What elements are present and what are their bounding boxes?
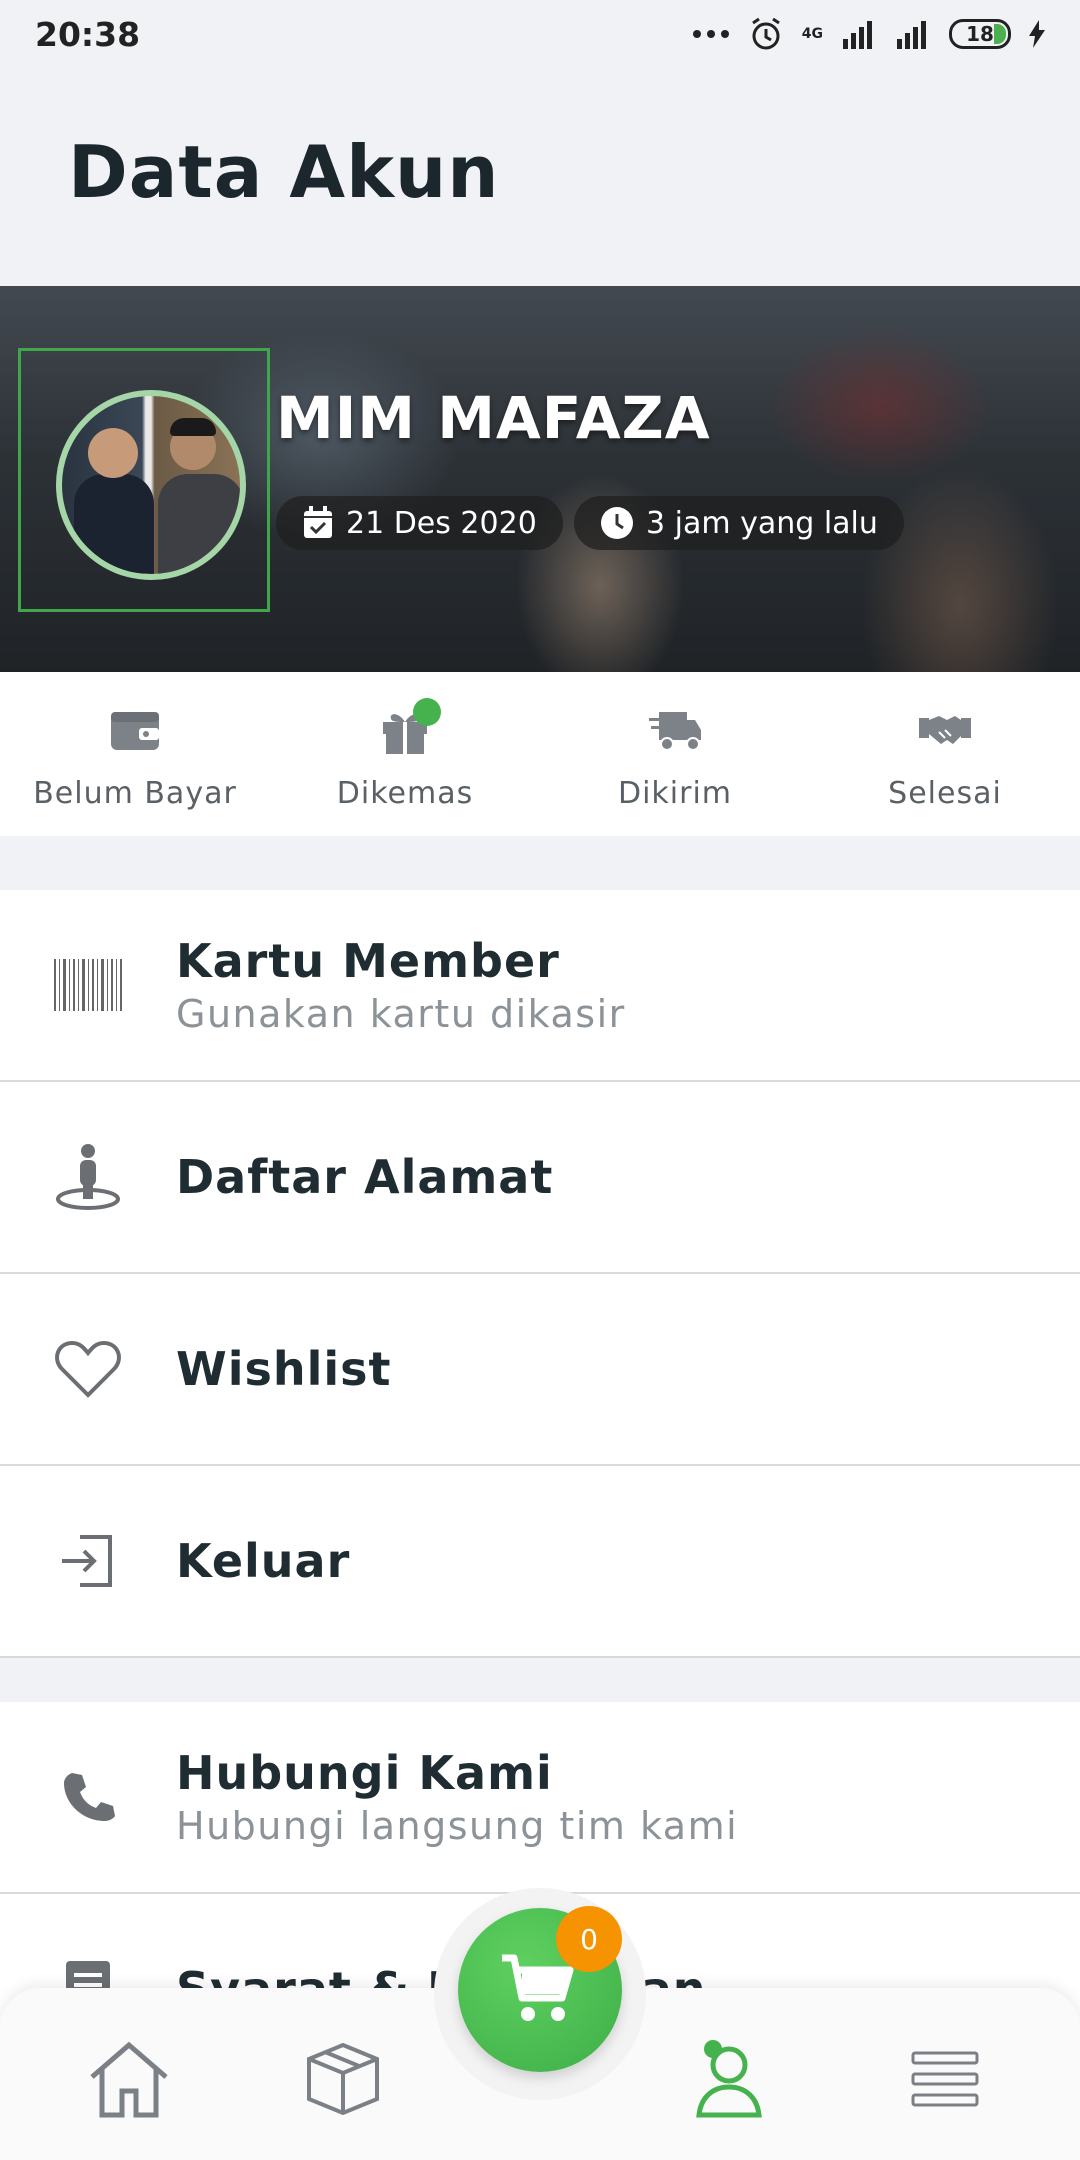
order-dikemas[interactable]: Dikemas [270, 672, 540, 836]
alarm-icon [751, 17, 780, 50]
clock-icon [601, 507, 633, 539]
join-date: 21 Des 2020 [346, 505, 537, 541]
more-dots-icon [692, 30, 729, 38]
phone-icon [52, 1761, 124, 1833]
order-label: Dikemas [336, 776, 474, 811]
avatar[interactable] [56, 390, 246, 580]
notification-dot [413, 698, 441, 726]
nav-menu[interactable] [900, 2034, 990, 2124]
logout-icon [52, 1525, 124, 1597]
home-icon [90, 2041, 168, 2118]
profile-icon [696, 2040, 762, 2118]
user-name: MIM MAFAZA [276, 384, 711, 452]
calendar-icon [304, 506, 332, 538]
join-date-pill: 21 Des 2020 [276, 496, 563, 550]
network-type: 4G [801, 26, 823, 42]
status-time: 20:38 [35, 14, 141, 54]
status-icons: 4G 18 [692, 16, 1045, 52]
nav-profile[interactable] [684, 2034, 774, 2124]
menu-keluar[interactable]: Keluar [0, 1466, 1080, 1658]
menu-title: Wishlist [176, 1342, 392, 1396]
page-title: Data Akun [68, 130, 500, 214]
order-belum-bayar[interactable]: Belum Bayar [0, 672, 270, 836]
menu-wishlist[interactable]: Wishlist [0, 1274, 1080, 1466]
menu-title: Hubungi Kami [176, 1746, 553, 1800]
order-dikirim[interactable]: Dikirim [540, 672, 810, 836]
handshake-icon [919, 716, 971, 744]
account-menu: Kartu Member Gunakan kartu dikasir Dafta… [0, 890, 1080, 1658]
status-bar: 20:38 4G 18 [0, 0, 1080, 68]
signal-icon [843, 21, 872, 49]
cart-count-badge: 0 [556, 1906, 622, 1972]
menu-hubungi-kami[interactable]: Hubungi Kami Hubungi langsung tim kami [0, 1702, 1080, 1894]
nav-home[interactable] [84, 2034, 174, 2124]
battery-icon: 18 [949, 19, 1011, 49]
truck-icon [649, 712, 701, 751]
menu-daftar-alamat[interactable]: Daftar Alamat [0, 1082, 1080, 1274]
battery-level: 18 [966, 22, 994, 46]
profile-header: MIM MAFAZA 21 Des 2020 3 jam yang lalu [0, 286, 1080, 672]
menu-subtitle: Hubungi langsung tim kami [176, 1804, 739, 1848]
menu-subtitle: Gunakan kartu dikasir [176, 992, 626, 1036]
signal-icon-2 [897, 21, 926, 49]
order-label: Selesai [888, 776, 1002, 811]
menu-icon [911, 2051, 979, 2107]
menu-title: Daftar Alamat [176, 1150, 554, 1204]
order-label: Belum Bayar [33, 776, 237, 811]
wallet-icon [111, 712, 159, 750]
menu-title: Kartu Member [176, 934, 560, 988]
last-active-pill: 3 jam yang lalu [574, 496, 904, 550]
menu-title: Keluar [176, 1534, 351, 1588]
order-selesai[interactable]: Selesai [810, 672, 1080, 836]
box-icon [307, 2042, 379, 2116]
charging-icon [1029, 20, 1045, 48]
menu-kartu-member[interactable]: Kartu Member Gunakan kartu dikasir [0, 890, 1080, 1082]
barcode-icon [52, 949, 124, 1021]
order-label: Dikirim [617, 776, 733, 811]
nav-products[interactable] [298, 2034, 388, 2124]
location-person-icon [52, 1141, 124, 1213]
last-active: 3 jam yang lalu [646, 505, 878, 541]
heart-icon [52, 1333, 124, 1405]
order-status-row: Belum Bayar Dikemas Dikirim Selesai [0, 672, 1080, 836]
